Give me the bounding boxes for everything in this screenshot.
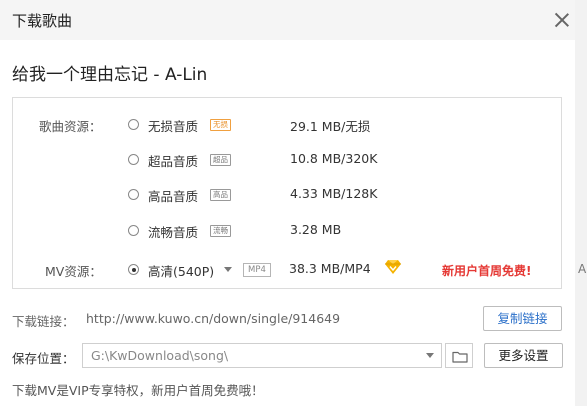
close-icon[interactable] <box>552 10 572 30</box>
quality-label-smooth[interactable]: 流畅音质 <box>148 222 198 241</box>
mv-quality-select[interactable]: 高清(540P) <box>148 261 214 280</box>
size-high: 4.33 MB/128K <box>290 186 378 201</box>
path-dropdown-icon[interactable] <box>426 353 434 358</box>
badge-smooth: 流畅 <box>210 225 231 237</box>
dialog-title: 下载歌曲 <box>12 12 73 30</box>
quality-label-lossless[interactable]: 无损音质 <box>148 116 198 135</box>
size-lossless: 29.1 MB/无损 <box>290 119 371 134</box>
browse-folder-button[interactable] <box>445 343 473 368</box>
song-title: 给我一个理由忘记 - A-Lin <box>12 65 208 85</box>
song-source-label: 歌曲资源： <box>39 119 102 134</box>
resource-panel: 歌曲资源： 无损音质 无损 29.1 MB/无损 超品音质 超品 10.8 MB… <box>12 97 562 289</box>
footer-note: 下载MV是VIP专享特权，新用户首周免费哦！ <box>12 383 264 398</box>
radio-smooth[interactable] <box>128 225 139 236</box>
title-bar: 下载歌曲 <box>0 0 575 40</box>
badge-high: 高品 <box>210 189 231 201</box>
badge-super: 超品 <box>210 154 231 166</box>
size-super: 10.8 MB/320K <box>290 151 378 166</box>
quality-label-high[interactable]: 高品音质 <box>148 186 198 205</box>
radio-mv-540p[interactable] <box>128 264 139 275</box>
save-location-label: 保存位置： <box>12 351 75 366</box>
folder-icon <box>452 351 468 363</box>
download-link-label: 下载链接： <box>12 314 75 329</box>
size-smooth: 3.28 MB <box>290 222 342 237</box>
mp4-format-tag: MP4 <box>243 263 271 277</box>
promo-text: 新用户首周免费! <box>442 264 532 278</box>
background-window-text: A <box>578 262 587 276</box>
download-link-url[interactable]: http://www.kuwo.cn/down/single/914649 <box>86 311 340 326</box>
radio-high[interactable] <box>128 189 139 200</box>
badge-lossless: 无损 <box>210 119 231 131</box>
chevron-down-icon[interactable] <box>224 267 232 272</box>
quality-label-super[interactable]: 超品音质 <box>148 151 198 170</box>
mv-source-label: MV资源： <box>45 264 102 279</box>
vip-diamond-icon <box>385 260 401 274</box>
background-window-strip <box>575 0 587 406</box>
download-dialog: 下载歌曲 给我一个理由忘记 - A-Lin 歌曲资源： 无损音质 无损 29.1… <box>0 0 575 406</box>
radio-lossless[interactable] <box>128 119 139 130</box>
radio-super[interactable] <box>128 154 139 165</box>
save-path-input[interactable]: G:\KwDownload\song\ <box>82 343 442 368</box>
copy-link-button[interactable]: 复制链接 <box>483 306 562 331</box>
size-mv: 38.3 MB/MP4 <box>289 261 371 276</box>
more-settings-button[interactable]: 更多设置 <box>484 343 563 368</box>
